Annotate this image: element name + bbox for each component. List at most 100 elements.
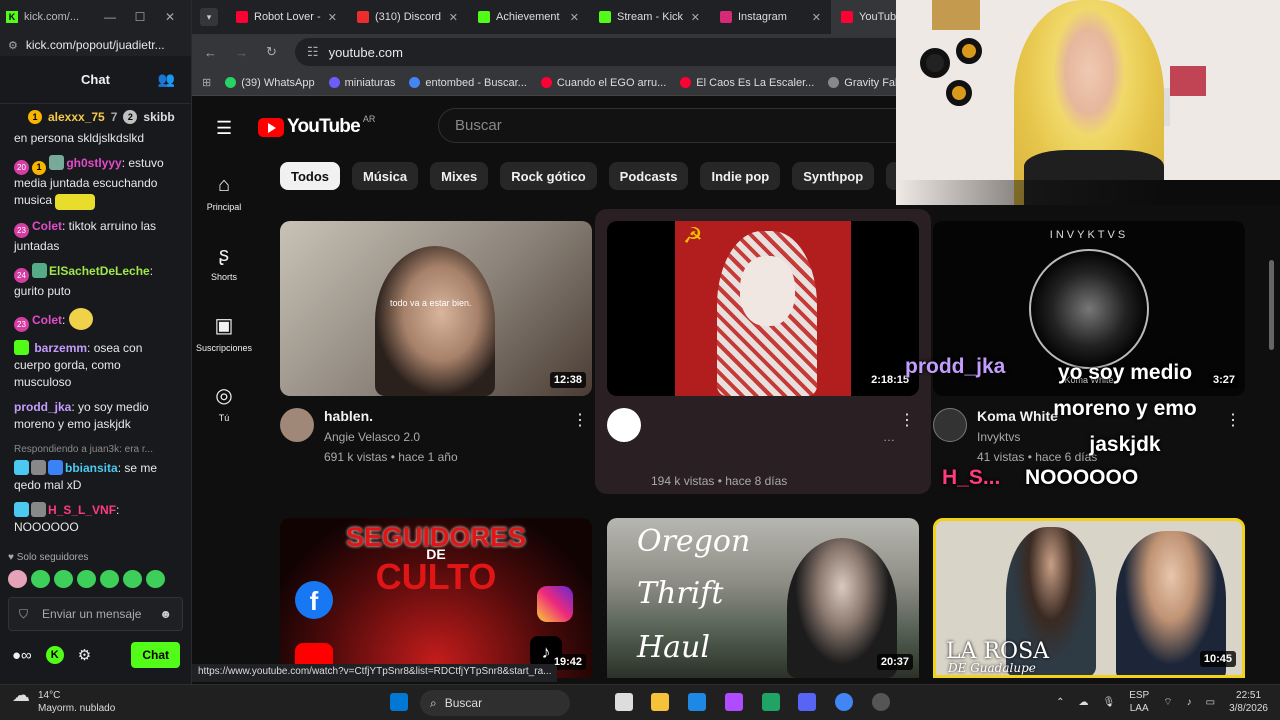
copilot-icon[interactable] (725, 693, 743, 711)
emote-icon[interactable] (8, 570, 27, 588)
apps-grid-icon[interactable]: ⊞ (202, 76, 211, 89)
browser-tab[interactable]: (310) Discord ✕ (347, 0, 468, 34)
language-indicator[interactable]: ESP LAA (1129, 689, 1149, 715)
video-title[interactable]: hablen. (324, 408, 373, 424)
weather-widget[interactable]: ☁ 14°C Mayorm. nublado (12, 686, 115, 715)
video-thumbnail[interactable]: Oregon Thrift Haul 20:37 (607, 518, 919, 678)
more-options-icon[interactable]: ⋮ (572, 410, 588, 430)
tab-close-icon[interactable]: ✕ (812, 11, 821, 24)
tab-close-icon[interactable]: ✕ (328, 11, 337, 24)
browser-tab[interactable]: Achievement ✕ (468, 0, 589, 34)
video-card[interactable]: SEGUIDORES DE CULTO f ♪ 19:42 (280, 518, 592, 678)
chip-podcasts[interactable]: Podcasts (608, 162, 689, 190)
reload-icon[interactable]: ↻ (266, 44, 277, 60)
channel-avatar[interactable] (280, 408, 314, 442)
close-button[interactable]: ✕ (155, 10, 185, 24)
message-username[interactable]: bbiansita (65, 461, 118, 475)
video-thumbnail[interactable]: ☭ 2:18:15 (607, 221, 919, 396)
tab-search-icon[interactable]: ▾ (200, 8, 218, 26)
bookmark[interactable]: (39) WhatsApp (225, 77, 315, 89)
emote-icon[interactable] (77, 570, 96, 588)
microphone-icon[interactable]: 🎙 (1102, 696, 1115, 709)
bookmark[interactable]: Cuando el EGO arru... (540, 77, 666, 89)
chip-mixes[interactable]: Mixes (430, 162, 489, 190)
message-username[interactable]: barzemm (34, 341, 87, 355)
emote-icon[interactable] (31, 570, 50, 588)
chat-input[interactable]: ⛉ Enviar un mensaje ☻ (8, 597, 183, 631)
tab-close-icon[interactable]: ✕ (570, 11, 579, 24)
browser-tab[interactable]: Robot Lover - ✕ (226, 0, 347, 34)
chip-synthpop[interactable]: Synthpop (792, 162, 875, 190)
sidebar-item-principal[interactable]: ⌂ Principal (192, 158, 256, 228)
sidebar-item-tu[interactable]: ◎ Tú (192, 368, 256, 438)
message-username[interactable]: gh0stlyyy (66, 156, 121, 170)
chevron-up-icon[interactable]: ⌃ (1056, 696, 1064, 709)
channel-avatar[interactable] (933, 408, 967, 442)
bookmark[interactable]: miniaturas (328, 77, 395, 89)
video-thumbnail[interactable]: todo va a estar bien. 12:38 (280, 221, 592, 396)
video-card[interactable]: Oregon Thrift Haul 20:37 (607, 518, 919, 678)
gear-icon[interactable]: ⚙ (78, 646, 91, 664)
store-icon[interactable] (688, 693, 706, 711)
menu-icon[interactable]: ☰ (216, 118, 232, 139)
wifi-icon[interactable]: ⌔ (1163, 696, 1172, 709)
browser-tab[interactable]: Instagram ✕ (710, 0, 831, 34)
file-explorer-icon[interactable] (651, 693, 669, 711)
scrollbar-thumb[interactable] (1269, 260, 1274, 350)
start-icon[interactable] (390, 693, 408, 711)
video-card[interactable]: LA ROSA DE Guadalupe 10:45 (933, 518, 1245, 678)
emote-icon[interactable] (123, 570, 142, 588)
clock[interactable]: 22:51 3/8/2026 (1229, 689, 1268, 715)
bookmark[interactable]: entombed - Buscar... (409, 77, 527, 89)
minimize-button[interactable]: — (95, 10, 125, 24)
volume-icon[interactable]: ♪ (1187, 696, 1192, 709)
emote-icon[interactable] (100, 570, 119, 588)
chip-indie-pop[interactable]: Indie pop (700, 162, 781, 190)
onedrive-icon[interactable]: ☁ (1078, 696, 1088, 709)
back-icon[interactable]: ← (204, 45, 217, 60)
video-card[interactable]: todo va a estar bien. 12:38 hablen. Angi… (280, 221, 592, 476)
browser-tab[interactable]: Stream - Kick ✕ (589, 0, 710, 34)
channel-name[interactable]: Invyktvs (977, 430, 1020, 444)
kick-coin-icon[interactable]: K (45, 646, 64, 664)
channel-avatar[interactable] (607, 408, 641, 442)
site-info-icon[interactable]: ⚙ (8, 39, 18, 52)
discord-icon[interactable] (798, 693, 816, 711)
tab-close-icon[interactable]: ✕ (691, 11, 700, 24)
kick-url-bar[interactable]: ⚙ kick.com/popout/juadietr... (0, 34, 191, 56)
message-username[interactable]: Colet (32, 313, 62, 327)
forward-icon[interactable]: → (235, 45, 248, 60)
app-icon[interactable] (872, 693, 890, 711)
message-username[interactable]: ElSachetDeLeche (49, 264, 150, 278)
emoji-icon[interactable]: ☻ (159, 607, 172, 621)
site-info-icon[interactable]: ☷ (307, 44, 319, 60)
pinned-user-2[interactable]: skibb (143, 110, 174, 124)
sidebar-item-shorts[interactable]: ʂ Shorts (192, 228, 256, 298)
youtube-search-input[interactable]: Buscar (438, 108, 908, 143)
reply-indicator[interactable]: Respondiendo a juan3k: era r... (14, 441, 177, 458)
battery-icon[interactable]: ▭ (1206, 696, 1215, 709)
message-username[interactable]: Colet (32, 219, 62, 233)
task-view-icon[interactable] (615, 693, 633, 711)
taskbar-search[interactable]: ⌕ Buscar (420, 690, 570, 716)
chrome-icon[interactable] (835, 693, 853, 711)
youtube-logo[interactable]: YouTube AR (258, 114, 375, 138)
video-card-hovered[interactable]: ☭ 2:18:15 ⋮ … 194 k vistas • hace 8 días (595, 209, 931, 494)
chip-todos[interactable]: Todos (280, 162, 341, 190)
send-chat-button[interactable]: Chat (131, 642, 180, 668)
more-options-icon[interactable]: ⋮ (1225, 410, 1241, 430)
pinned-user-1[interactable]: alexxx_75 (48, 110, 105, 124)
maximize-button[interactable]: ☐ (125, 10, 155, 24)
video-thumbnail[interactable]: SEGUIDORES DE CULTO f ♪ 19:42 (280, 518, 592, 678)
emote-icon[interactable] (146, 570, 165, 588)
sidebar-item-suscripciones[interactable]: ▣ Suscripciones (192, 298, 256, 368)
more-options-icon[interactable]: ⋮ (899, 410, 915, 430)
message-username[interactable]: prodd_jka (14, 400, 71, 414)
emote-icon[interactable] (54, 570, 73, 588)
chip-rock-gotico[interactable]: Rock gótico (500, 162, 597, 190)
tab-close-icon[interactable]: ✕ (449, 11, 458, 24)
chip-musica[interactable]: Música (352, 162, 419, 190)
video-thumbnail[interactable]: LA ROSA DE Guadalupe 10:45 (933, 518, 1245, 678)
users-icon[interactable]: 👥 (158, 71, 175, 88)
excel-icon[interactable] (762, 693, 780, 711)
